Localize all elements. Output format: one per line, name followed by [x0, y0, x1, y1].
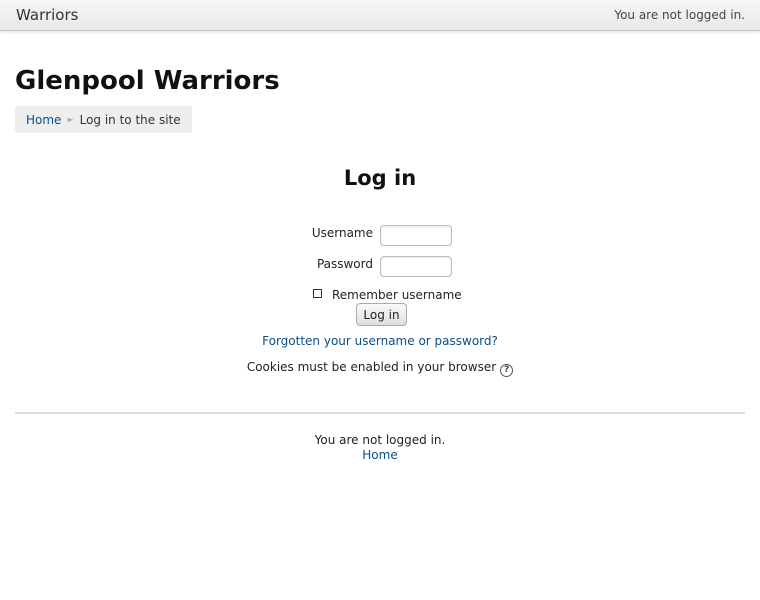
brand-link[interactable]: Warriors: [16, 6, 78, 24]
login-button[interactable]: Log in: [356, 303, 407, 326]
breadcrumb-separator-icon: ►: [67, 115, 74, 124]
site-title: Glenpool Warriors: [15, 66, 280, 96]
footer-divider: [15, 412, 745, 414]
breadcrumb-current: Log in to the site: [79, 112, 181, 127]
top-navbar: Warriors You are not logged in.: [0, 0, 760, 31]
cookies-notice-text: Cookies must be enabled in your browser: [246, 360, 497, 374]
footer-login-info: You are not logged in.: [314, 433, 446, 447]
password-input[interactable]: [380, 256, 452, 277]
cookies-notice: Cookies must be enabled in your browser?: [0, 360, 760, 377]
remember-username-checkbox[interactable]: [313, 289, 322, 298]
remember-username-label: Remember username: [332, 288, 462, 302]
footer-home: Home: [0, 448, 760, 462]
login-heading: Log in: [343, 166, 417, 190]
breadcrumb: Home ► Log in to the site: [15, 106, 192, 133]
password-label: Password: [316, 257, 373, 271]
footer-home-link[interactable]: Home: [362, 448, 397, 462]
navbar-login-info: You are not logged in.: [614, 8, 745, 22]
username-input[interactable]: [380, 225, 452, 246]
forgot-password-link[interactable]: Forgotten your username or password?: [0, 334, 760, 348]
help-icon[interactable]: ?: [500, 364, 514, 377]
breadcrumb-home-link[interactable]: Home: [26, 113, 61, 127]
username-label: Username: [311, 226, 373, 240]
